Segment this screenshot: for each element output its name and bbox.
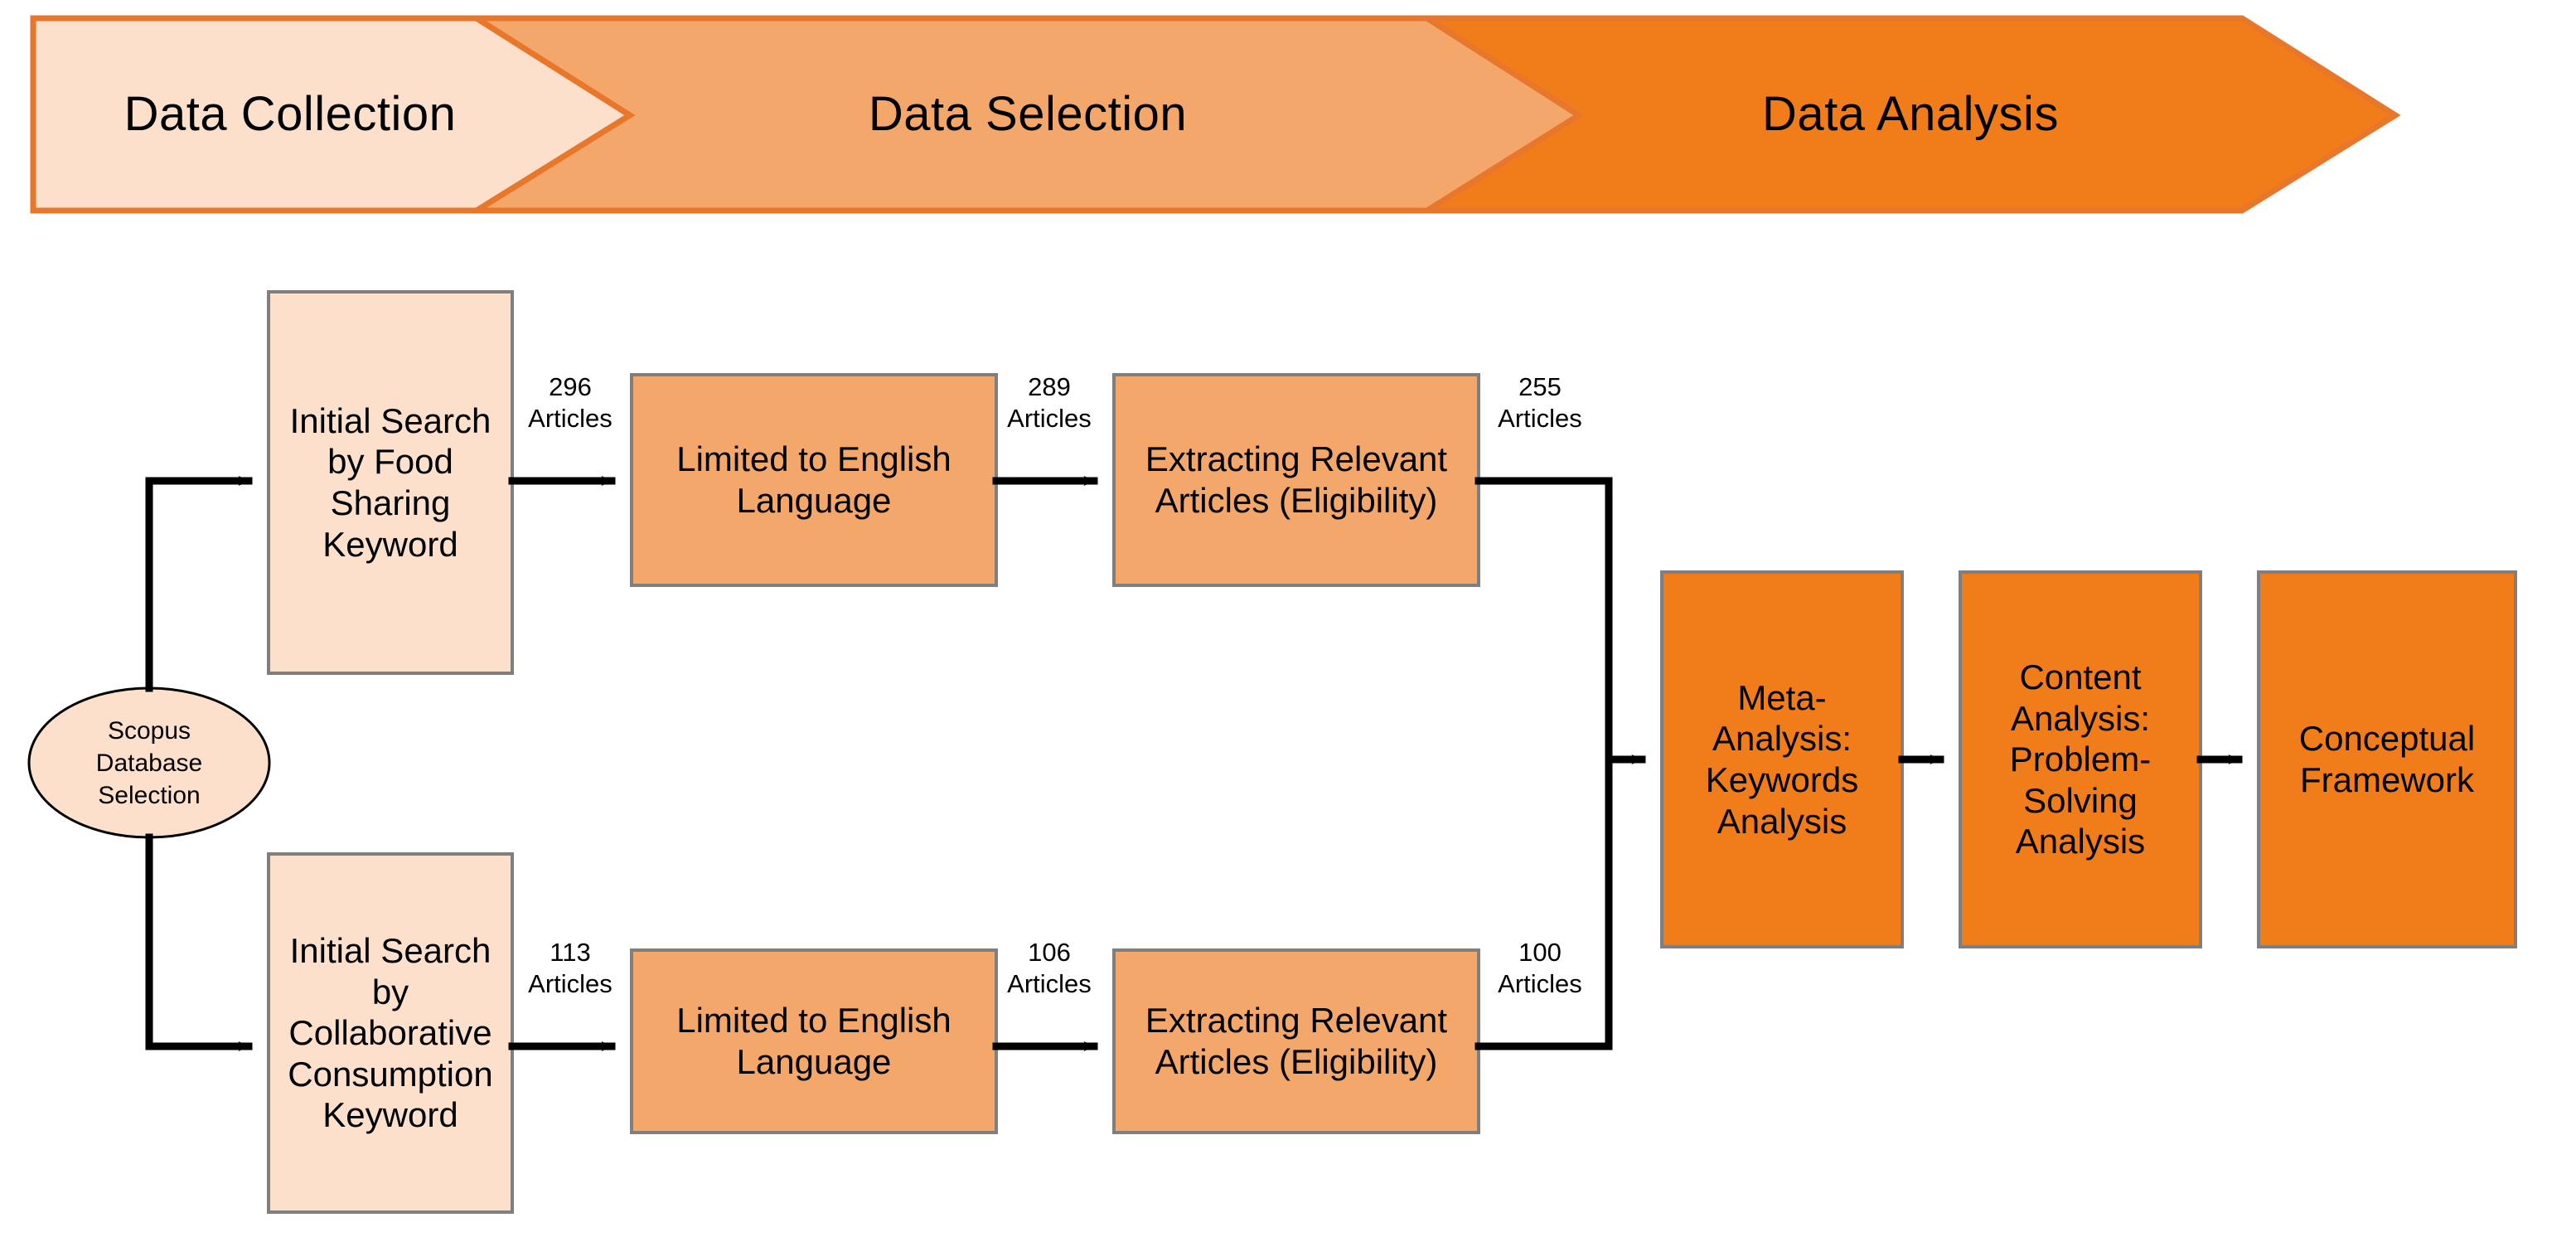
edge-bottom-extracting-to-meta — [1474, 755, 1613, 1050]
node-extracting-relevant-top[interactable] — [1112, 373, 1480, 587]
node-limited-to-english-bottom[interactable] — [630, 948, 998, 1134]
node-limited-to-english-top[interactable] — [630, 373, 998, 587]
flowchart-svg — [27, 15, 2517, 1214]
node-extracting-relevant-bottom[interactable] — [1112, 948, 1480, 1134]
banner-segment-data-analysis[interactable] — [1416, 15, 2401, 214]
flowchart-canvas: Data Collection Data Selection Data Anal… — [0, 0, 2576, 1237]
edge-source-to-bottom-initial — [145, 833, 253, 1051]
process-phase-banner — [30, 15, 2401, 214]
edge-top-extracting-to-meta — [1474, 477, 1646, 764]
edge-source-to-top-initial — [145, 476, 253, 692]
node-conceptual-framework[interactable] — [2257, 570, 2517, 948]
node-meta-analysis-keywords[interactable] — [1660, 570, 1904, 948]
node-scopus-database-selection[interactable] — [27, 686, 271, 839]
node-content-analysis-problem-solving[interactable] — [1959, 570, 2202, 948]
node-initial-search-food-sharing[interactable] — [267, 290, 514, 675]
node-initial-search-collaborative-consumption[interactable] — [267, 852, 514, 1214]
banner-segment-data-selection[interactable] — [466, 15, 1585, 214]
